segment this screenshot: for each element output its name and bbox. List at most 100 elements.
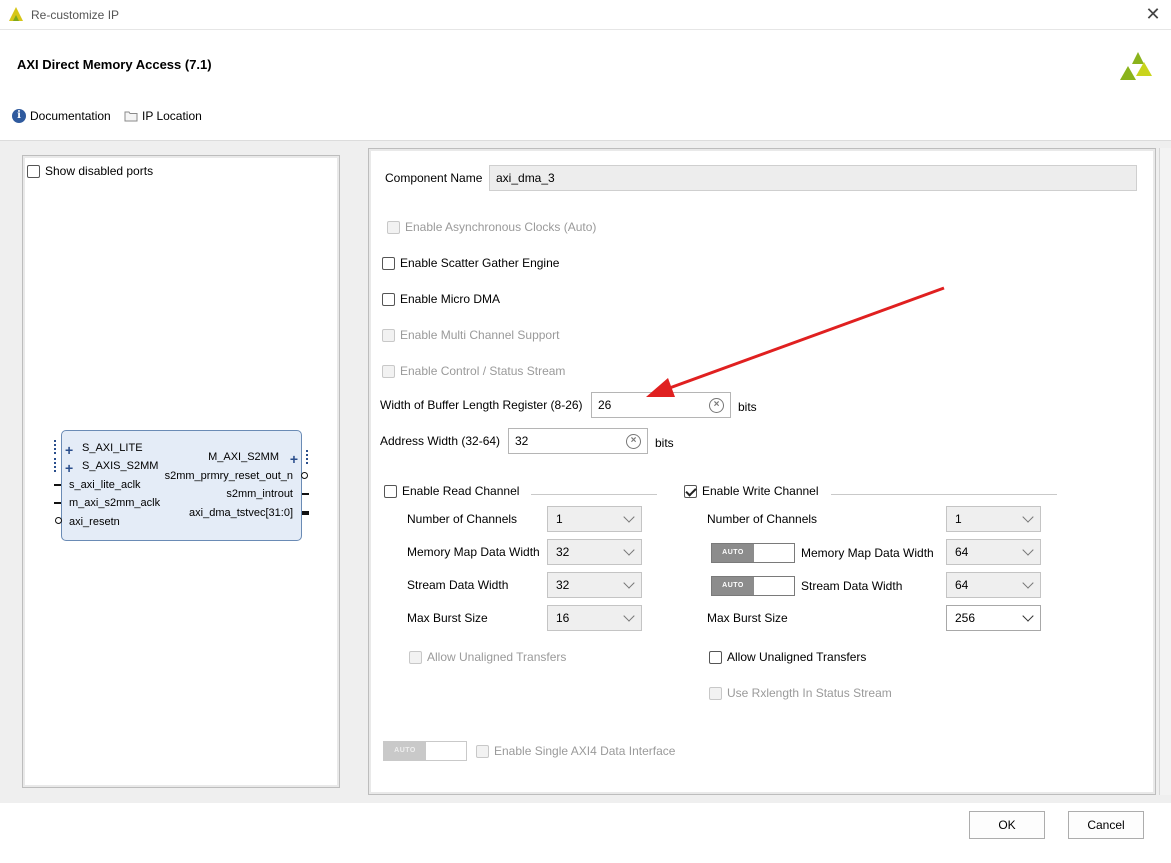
documentation-link[interactable]: i Documentation (12, 109, 111, 123)
ok-button[interactable]: OK (969, 811, 1045, 839)
expand-bus-icon[interactable]: + (290, 452, 298, 466)
write-channel-label: Enable Write Channel (702, 484, 819, 498)
write-stream-width-auto-toggle[interactable]: AUTO (711, 576, 795, 596)
scrollbar[interactable] (1159, 148, 1171, 795)
multi-channel-option: Enable Multi Channel Support (382, 328, 559, 342)
ip-title: AXI Direct Memory Access (7.1) (17, 57, 212, 72)
read-mm-width-select: 32 (547, 539, 642, 565)
scatter-gather-checkbox[interactable] (382, 256, 395, 270)
close-icon[interactable]: ✕ (1143, 4, 1163, 24)
port-label: s2mm_prmry_reset_out_n (164, 470, 293, 482)
read-num-channels-select: 1 (547, 506, 642, 532)
multi-channel-checkbox (382, 328, 395, 342)
chevron-down-icon (623, 610, 635, 622)
group-divider (831, 494, 1057, 495)
write-channel-checkbox[interactable] (684, 484, 697, 498)
read-stream-width-value: 32 (556, 578, 570, 592)
read-max-burst-select: 16 (547, 605, 642, 631)
write-unaligned-checkbox[interactable] (709, 650, 722, 664)
write-max-burst-label: Max Burst Size (707, 611, 788, 625)
control-status-checkbox (382, 364, 395, 378)
read-max-burst-value: 16 (556, 611, 570, 625)
write-unaligned-label: Allow Unaligned Transfers (727, 650, 867, 664)
write-num-channels-label: Number of Channels (707, 512, 818, 526)
write-max-burst-select[interactable]: 256 (946, 605, 1041, 631)
cancel-button[interactable]: Cancel (1068, 811, 1144, 839)
micro-dma-checkbox[interactable] (382, 292, 395, 306)
write-stream-width-label: Stream Data Width (801, 579, 903, 593)
port-pin (54, 502, 61, 504)
rxlength-checkbox (709, 686, 722, 700)
async-clocks-label: Enable Asynchronous Clocks (Auto) (405, 220, 597, 234)
micro-dma-label: Enable Micro DMA (400, 292, 501, 306)
read-unaligned-checkbox (409, 650, 422, 664)
chevron-down-icon (1022, 544, 1034, 556)
ip-location-link[interactable]: IP Location (124, 109, 202, 123)
port-pin (54, 484, 61, 486)
show-disabled-ports-toggle[interactable]: Show disabled ports (27, 164, 153, 178)
port-label: s2mm_introut (226, 488, 293, 500)
read-stream-width-select: 32 (547, 572, 642, 598)
annotation-arrow-icon (646, 286, 945, 397)
ip-location-label: IP Location (142, 109, 202, 123)
multi-channel-label: Enable Multi Channel Support (400, 328, 560, 342)
show-disabled-ports-checkbox[interactable] (27, 164, 40, 178)
write-num-channels-select: 1 (946, 506, 1041, 532)
port-label: axi_resetn (69, 516, 120, 528)
scatter-gather-label: Enable Scatter Gather Engine (400, 256, 560, 270)
single-axi4-option: Enable Single AXI4 Data Interface (476, 744, 675, 758)
buffer-length-label: Width of Buffer Length Register (8-26) (380, 398, 583, 412)
read-mm-width-label: Memory Map Data Width (407, 545, 540, 559)
clear-icon[interactable]: × (626, 434, 641, 449)
component-name-field[interactable]: axi_dma_3 (489, 165, 1137, 191)
dialog-header: AXI Direct Memory Access (7.1) i Documen… (0, 30, 1171, 140)
port-pin (302, 493, 309, 495)
chevron-down-icon (1022, 511, 1034, 523)
control-status-label: Enable Control / Status Stream (400, 364, 566, 378)
read-channel-checkbox[interactable] (384, 484, 397, 498)
brand-logo-icon (1120, 52, 1152, 80)
port-label: m_axi_s2mm_aclk (69, 497, 161, 509)
auto-label: AUTO (384, 742, 426, 760)
ip-block-symbol: + S_AXI_LITE + S_AXIS_S2MM s_axi_lite_ac… (61, 430, 302, 541)
control-status-option: Enable Control / Status Stream (382, 364, 565, 378)
component-name-label: Component Name (385, 171, 483, 185)
chevron-down-icon (1022, 577, 1034, 589)
info-icon: i (12, 109, 26, 123)
write-mm-width-auto-toggle[interactable]: AUTO (711, 543, 795, 563)
read-channel-toggle[interactable]: Enable Read Channel (384, 484, 519, 498)
single-axi4-checkbox (476, 744, 489, 758)
write-channel-toggle[interactable]: Enable Write Channel (684, 484, 819, 498)
folder-icon (124, 111, 138, 122)
app-logo-icon (9, 7, 23, 21)
address-width-label: Address Width (32-64) (380, 434, 501, 448)
micro-dma-option[interactable]: Enable Micro DMA (382, 292, 500, 306)
documentation-label: Documentation (30, 109, 111, 123)
read-num-channels-label: Number of Channels (407, 512, 518, 526)
address-width-field[interactable]: 32 × (508, 428, 648, 454)
group-divider (531, 494, 657, 495)
rxlength-label: Use Rxlength In Status Stream (727, 686, 892, 700)
port-label: S_AXIS_S2MM (82, 460, 159, 472)
auto-label: AUTO (712, 544, 754, 562)
title-bar: Re-customize IP ✕ (0, 0, 1171, 30)
expand-bus-icon[interactable]: + (65, 443, 73, 457)
write-num-channels-value: 1 (955, 512, 962, 526)
show-disabled-ports-label: Show disabled ports (45, 164, 154, 178)
bus-pin (306, 450, 311, 464)
auto-label: AUTO (712, 577, 754, 595)
write-mm-width-value: 64 (955, 545, 969, 559)
write-mm-width-label: Memory Map Data Width (801, 546, 934, 560)
chevron-down-icon (623, 544, 635, 556)
expand-bus-icon[interactable]: + (65, 461, 73, 475)
port-label: S_AXI_LITE (82, 442, 143, 454)
rxlength-option: Use Rxlength In Status Stream (709, 686, 892, 700)
scatter-gather-option[interactable]: Enable Scatter Gather Engine (382, 256, 559, 270)
async-clocks-option: Enable Asynchronous Clocks (Auto) (387, 220, 596, 234)
read-unaligned-option: Allow Unaligned Transfers (409, 650, 566, 664)
async-clocks-checkbox (387, 220, 400, 234)
chevron-down-icon (1022, 610, 1034, 622)
buffer-length-value: 26 (598, 398, 612, 412)
port-pin (302, 511, 309, 515)
write-unaligned-option[interactable]: Allow Unaligned Transfers (709, 650, 866, 664)
